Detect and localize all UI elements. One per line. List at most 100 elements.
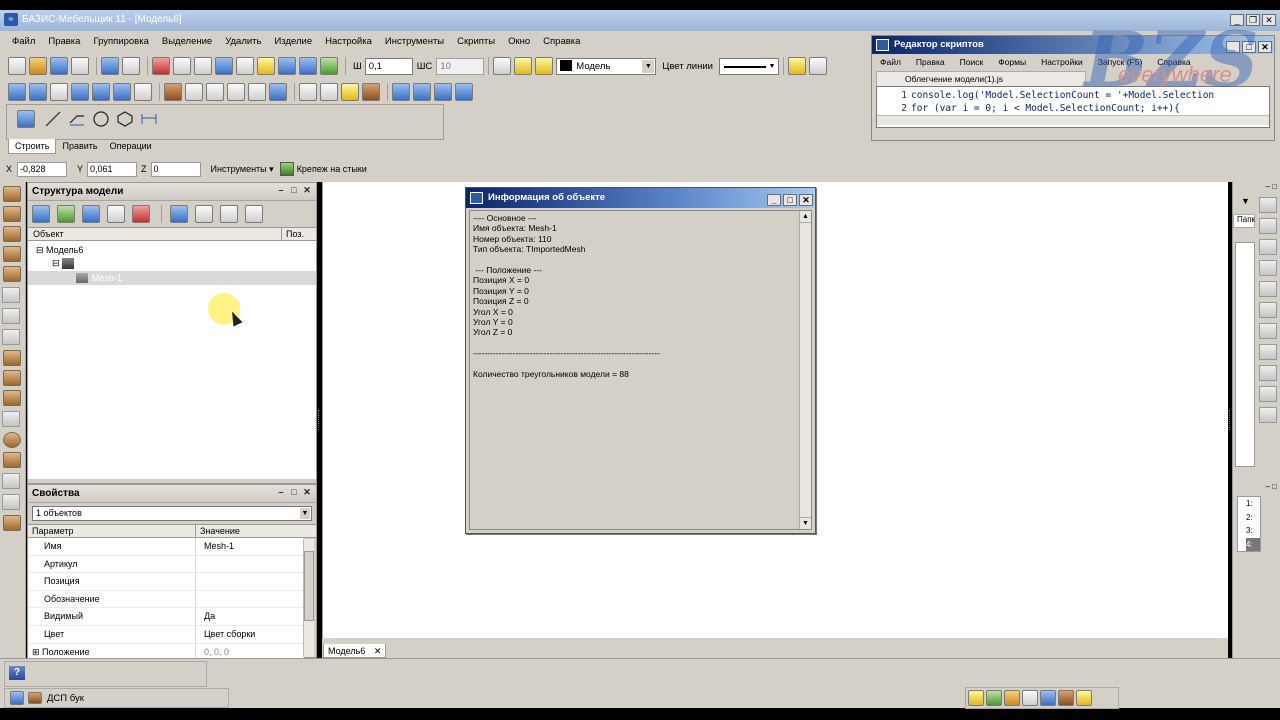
menu-help[interactable]: Справка [543, 36, 580, 50]
bent-panel-icon[interactable] [3, 266, 21, 282]
se-menu-run[interactable]: Запуск (F5) [1098, 54, 1143, 71]
prop-row-position[interactable]: Позиция [28, 573, 304, 591]
dimension-icon[interactable] [455, 83, 473, 101]
profile-icon[interactable] [3, 390, 21, 406]
menu-scripts[interactable]: Скрипты [457, 36, 495, 50]
right-panel-list[interactable] [1235, 242, 1255, 467]
rotate-view-icon[interactable] [134, 83, 152, 101]
tools-icon[interactable] [32, 205, 50, 223]
material-icon[interactable] [362, 83, 380, 101]
drawer-icon[interactable] [2, 287, 20, 303]
menu-settings[interactable]: Настройка [325, 36, 372, 50]
se-menu-forms[interactable]: Формы [998, 54, 1026, 71]
x-input[interactable]: -0,828 [17, 161, 68, 177]
view-rotate-icon[interactable] [299, 57, 317, 75]
prop-row-article[interactable]: Артикул [28, 555, 304, 574]
open-folder-icon[interactable] [29, 57, 47, 75]
table-icon[interactable] [1004, 690, 1020, 706]
view-right-icon[interactable] [71, 83, 89, 101]
float-icon[interactable]: □ [289, 487, 299, 497]
se-menu-edit[interactable]: Правка [916, 54, 945, 71]
folder-open-icon[interactable] [787, 57, 806, 75]
properties-scrollbar[interactable] [303, 539, 314, 657]
view-fit-icon[interactable] [320, 57, 338, 75]
tools-dropdown[interactable]: Инструменты ▾ [211, 164, 274, 175]
close-icon[interactable]: ✕ [302, 487, 312, 497]
code-scrollbar[interactable] [877, 115, 1269, 125]
close-button[interactable]: ✕ [799, 194, 813, 206]
add-icon[interactable] [57, 205, 75, 223]
close-icon[interactable]: ✕ [374, 646, 382, 656]
visibility-icon[interactable] [195, 205, 213, 223]
krepezh-button[interactable]: Крепеж на стыки [279, 162, 367, 176]
layers-icon[interactable] [493, 57, 512, 75]
tree-view-icon[interactable] [968, 690, 984, 706]
menu-file[interactable]: Файл [12, 36, 35, 50]
edit-doc-icon[interactable] [986, 690, 1002, 706]
list-icon[interactable] [220, 205, 238, 223]
close-icon[interactable]: ✕ [302, 185, 312, 195]
library-item-icon[interactable] [1259, 407, 1277, 423]
save-icon[interactable] [50, 57, 68, 75]
menu-window[interactable]: Окно [508, 36, 530, 50]
find-icon[interactable] [170, 205, 188, 223]
code-area[interactable]: 1 console.log('Model.SelectionCount = '+M… [876, 86, 1270, 128]
view-iso-icon[interactable] [113, 83, 131, 101]
library-item-icon[interactable] [1259, 323, 1277, 339]
furniture-icon[interactable] [2, 494, 20, 510]
minimize-button[interactable]: _ [767, 194, 781, 206]
ruler-icon[interactable] [257, 57, 275, 75]
library-item-icon[interactable] [1259, 365, 1277, 381]
menu-tools[interactable]: Инструменты [385, 36, 444, 50]
menu-select[interactable]: Выделение [162, 36, 212, 50]
object-selector[interactable]: 1 объектов ▼ [32, 506, 312, 521]
camera-icon[interactable] [299, 83, 317, 101]
box-icon[interactable] [248, 83, 266, 101]
number-item[interactable]: 1: [1246, 497, 1260, 511]
sh-input[interactable]: 0,1 [364, 57, 413, 75]
menu-group[interactable]: Группировка [93, 36, 148, 50]
window-controls[interactable]: _ ❐ ✕ [1228, 14, 1276, 26]
library-item-icon[interactable] [1259, 281, 1277, 297]
build-tool-icon[interactable] [17, 110, 35, 128]
snap-cross-icon[interactable] [152, 57, 170, 75]
col-pos[interactable]: Поз. [282, 228, 304, 240]
shelf-icon[interactable] [2, 329, 20, 345]
preview-icon[interactable] [1040, 690, 1056, 706]
close-button[interactable]: ✕ [1258, 41, 1272, 53]
outline-cube-icon[interactable] [227, 83, 245, 101]
vertical-panel-icon[interactable] [3, 206, 21, 222]
check-circle-icon[interactable] [320, 83, 338, 101]
magnet-icon[interactable] [215, 57, 233, 75]
zoom-window-icon[interactable] [413, 83, 431, 101]
library-item-icon[interactable] [1259, 197, 1277, 213]
tab-operations[interactable]: Операции [104, 139, 158, 154]
back-panel-icon[interactable] [3, 246, 21, 262]
light-icon[interactable] [341, 83, 359, 101]
document-tab[interactable]: Модель6 ✕ [323, 644, 387, 658]
se-menu-search[interactable]: Поиск [960, 54, 984, 71]
prop-row-designation[interactable]: Обозначение [28, 590, 304, 609]
float-icon[interactable]: □ [289, 185, 299, 195]
grid-panel-icon[interactable] [3, 515, 21, 531]
snap-point-icon[interactable] [194, 57, 212, 75]
menu-delete[interactable]: Удалить [225, 36, 261, 50]
number-item[interactable]: 2: [1246, 511, 1260, 525]
menu-product[interactable]: Изделие [274, 36, 312, 50]
facade-icon[interactable] [3, 350, 21, 366]
circle-tool-icon[interactable] [92, 110, 110, 128]
layer-select[interactable]: Модель ▼ [556, 57, 657, 75]
wire-cube-icon[interactable] [185, 83, 203, 101]
prop-row-name[interactable]: Имя Mesh-1 [28, 538, 304, 556]
view-left-icon[interactable] [50, 83, 68, 101]
print-icon[interactable] [71, 57, 89, 75]
edit-line-icon[interactable] [107, 205, 125, 223]
remove-icon[interactable] [132, 205, 150, 223]
minimize-button[interactable]: _ [1226, 41, 1240, 53]
z-input[interactable]: 0 [150, 161, 201, 177]
library-icon[interactable] [2, 473, 20, 489]
minimize-icon[interactable]: – [276, 185, 286, 195]
library-item-icon[interactable] [1259, 218, 1277, 234]
tree-group[interactable]: ⊟ [52, 257, 75, 270]
status-material[interactable]: ДСП бук [4, 688, 229, 708]
